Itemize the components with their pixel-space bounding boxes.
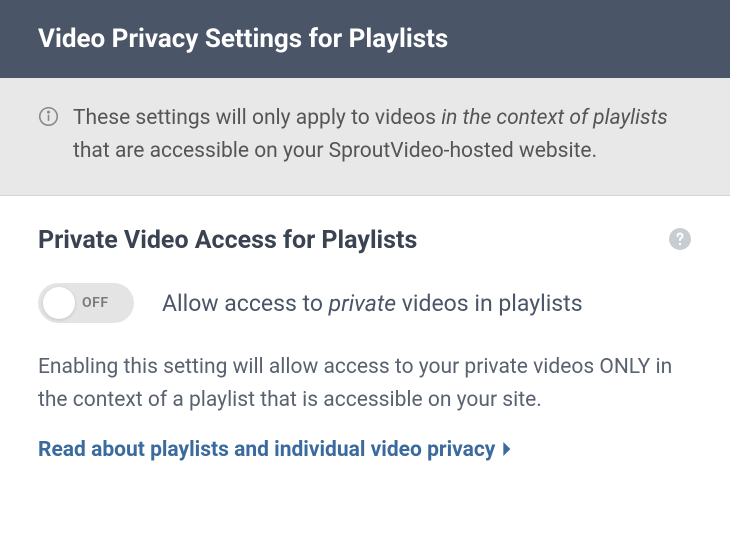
- info-banner-text: These settings will only apply to videos…: [73, 102, 692, 167]
- setting-description: Enabling this setting will allow access …: [38, 351, 692, 416]
- private-access-toggle[interactable]: OFF: [38, 283, 134, 323]
- toggle-row: OFF Allow access to private videos in pl…: [38, 283, 692, 323]
- toggle-text-prefix: Allow access to: [162, 290, 329, 317]
- section-title: Private Video Access for Playlists: [38, 226, 417, 255]
- learn-more-link[interactable]: Read about playlists and individual vide…: [38, 438, 513, 462]
- chevron-right-icon: [503, 441, 513, 460]
- toggle-knob: [43, 287, 75, 319]
- section-header: Private Video Access for Playlists: [38, 226, 692, 255]
- page-title: Video Privacy Settings for Playlists: [38, 24, 692, 54]
- toggle-text-suffix: videos in playlists: [396, 290, 582, 317]
- toggle-text-italic: private: [329, 290, 396, 317]
- content-area: Private Video Access for Playlists OFF A…: [0, 196, 730, 502]
- info-text-suffix: that are accessible on your SproutVideo-…: [73, 139, 597, 163]
- link-text: Read about playlists and individual vide…: [38, 438, 495, 462]
- info-text-prefix: These settings will only apply to videos: [73, 106, 441, 130]
- toggle-state-label: OFF: [82, 295, 109, 311]
- help-icon[interactable]: [668, 227, 692, 255]
- page-header: Video Privacy Settings for Playlists: [0, 0, 730, 78]
- info-banner: These settings will only apply to videos…: [0, 78, 730, 196]
- toggle-description: Allow access to private videos in playli…: [162, 290, 583, 317]
- info-icon: [38, 106, 59, 131]
- info-text-italic: in the context of playlists: [441, 106, 668, 130]
